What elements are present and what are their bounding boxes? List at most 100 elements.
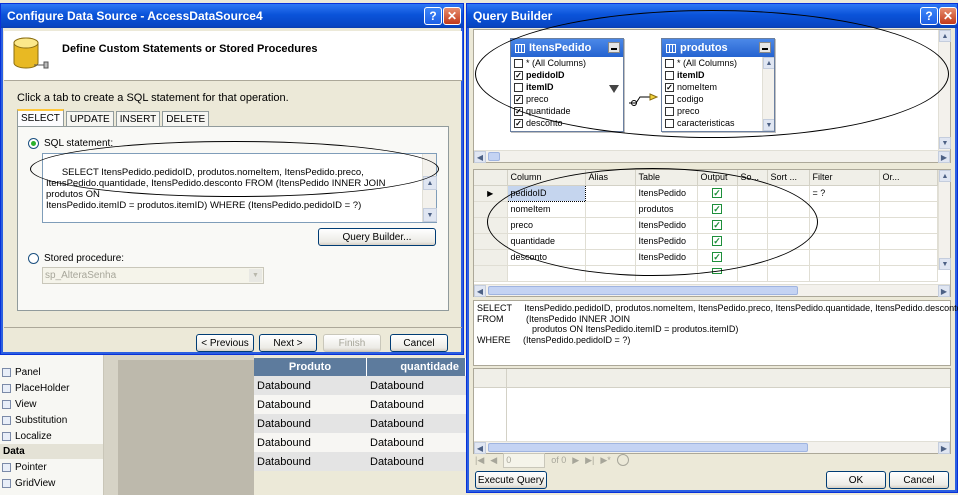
grid-cell-or[interactable] (879, 217, 938, 234)
table-produtos[interactable]: produtos * (All Columns) itemID ✓ nomeIte… (661, 38, 775, 132)
sql-statement-radio[interactable] (28, 138, 39, 149)
grid-cell-column[interactable]: preco (507, 217, 586, 234)
grid-cell-table[interactable]: ItensPedido (635, 233, 698, 250)
column-row[interactable]: caracteristicas (662, 117, 760, 129)
close-button[interactable]: ✕ (939, 7, 957, 25)
row-selector[interactable] (474, 249, 508, 266)
criteria-header-alias[interactable]: Alias (585, 170, 636, 186)
output-checkbox[interactable]: ✓ (712, 252, 722, 263)
scroll-right-icon[interactable]: ▶ (938, 285, 950, 297)
criteria-header-sort-type[interactable]: So... (737, 170, 768, 186)
scroll-thumb[interactable] (488, 286, 798, 295)
previous-button[interactable]: < Previous (196, 334, 254, 352)
table-row[interactable]: ▶ pedidoID ItensPedido ✓ = ? (474, 184, 938, 202)
grid-cell-table[interactable]: ItensPedido (635, 217, 698, 234)
stored-procedure-option[interactable]: Stored procedure: (28, 253, 124, 264)
scroll-down-icon[interactable]: ▼ (763, 119, 774, 131)
grid-cell-column[interactable]: desconto (507, 249, 586, 266)
grid-cell-output[interactable] (697, 265, 738, 282)
table-row-new[interactable] (474, 265, 938, 282)
cancel-button[interactable]: Cancel (889, 471, 949, 489)
table-row[interactable]: quantidade ItensPedido ✓ (474, 233, 938, 250)
grid-cell-sort-type[interactable] (737, 249, 768, 266)
grid-cell-or[interactable] (879, 233, 938, 250)
column-checkbox[interactable] (514, 82, 523, 92)
grid-cell-alias[interactable] (585, 249, 636, 266)
scroll-right-icon[interactable]: ▶ (938, 442, 950, 454)
grid-cell-output[interactable]: ✓ (697, 201, 738, 218)
grid-cell-sort-order[interactable] (767, 185, 810, 202)
column-row[interactable]: preco (662, 105, 760, 117)
column-checkbox[interactable] (665, 70, 674, 80)
ok-button[interactable]: OK (826, 471, 886, 489)
table-row[interactable]: preco ItensPedido ✓ (474, 217, 938, 234)
column-row[interactable]: ✓ desconto (511, 117, 623, 129)
column-row[interactable]: ✓ pedidoID (511, 69, 623, 81)
column-checkbox[interactable] (665, 106, 674, 116)
grid-cell-table[interactable]: ItensPedido (635, 249, 698, 266)
stored-procedure-radio[interactable] (28, 253, 39, 264)
diagram-hscroll[interactable]: ◀ ▶ (474, 150, 950, 163)
row-selector[interactable] (474, 233, 508, 250)
output-checkbox[interactable]: ✓ (712, 204, 722, 215)
grid-hscroll[interactable]: ◀ ▶ (474, 284, 950, 297)
sql-textarea-scrollbar[interactable]: ▲ ▼ (422, 154, 437, 222)
column-row[interactable]: ✓ preco (511, 93, 623, 105)
column-checkbox[interactable]: ✓ (665, 82, 674, 92)
scroll-up-icon[interactable]: ▲ (763, 57, 774, 69)
criteria-header-filter[interactable]: Filter (809, 170, 880, 186)
criteria-header-sort-order[interactable]: Sort ... (767, 170, 810, 186)
diagram-vscroll[interactable]: ▲ ▼ (938, 30, 951, 162)
scroll-up-icon[interactable]: ▲ (939, 170, 951, 182)
criteria-header-column[interactable]: Column (507, 170, 586, 186)
grid-cell-alias[interactable] (585, 265, 636, 282)
scroll-left-icon[interactable]: ◀ (474, 151, 486, 163)
grid-vscroll[interactable]: ▲ ▼ (938, 170, 951, 270)
criteria-header-output[interactable]: Output (697, 170, 738, 186)
grid-cell-or[interactable] (879, 249, 938, 266)
tab-select[interactable]: SELECT (17, 109, 64, 126)
grid-cell-filter[interactable] (809, 233, 880, 250)
grid-cell-or[interactable] (879, 265, 938, 282)
column-row[interactable]: * (All Columns) (511, 57, 623, 69)
column-row[interactable]: codigo (662, 93, 760, 105)
diagram-pane[interactable]: ItensPedido * (All Columns) ✓ pedidoID it… (473, 29, 951, 163)
output-checkbox[interactable]: ✓ (712, 220, 722, 231)
query-builder-titlebar[interactable]: Query Builder ? ✕ (467, 4, 957, 28)
help-button[interactable]: ? (424, 7, 442, 25)
grid-cell-sort-order[interactable] (767, 233, 810, 250)
grid-cell-output[interactable]: ✓ (697, 185, 738, 202)
column-checkbox[interactable]: ✓ (514, 94, 523, 104)
grid-cell-output[interactable]: ✓ (697, 249, 738, 266)
table-itenspedido-header[interactable]: ItensPedido (511, 39, 623, 57)
column-row[interactable]: itemID (662, 69, 760, 81)
grid-cell-or[interactable] (879, 185, 938, 202)
close-button[interactable]: ✕ (443, 7, 461, 25)
output-checkbox[interactable]: ✓ (712, 236, 722, 247)
grid-cell-sort-order[interactable] (767, 217, 810, 234)
column-row[interactable]: ✓ nomeItem (662, 81, 760, 93)
grid-cell-column[interactable]: nomeItem (507, 201, 586, 218)
toolbox-category-data[interactable]: Data (0, 444, 103, 459)
grid-cell-sort-type[interactable] (737, 217, 768, 234)
scroll-down-icon[interactable]: ▼ (939, 258, 951, 270)
row-selector[interactable] (474, 265, 508, 282)
grid-cell-sort-type[interactable] (737, 201, 768, 218)
grid-cell-sort-type[interactable] (737, 233, 768, 250)
table-produtos-header[interactable]: produtos (662, 39, 774, 57)
configure-dialog-titlebar[interactable]: Configure Data Source - AccessDataSource… (1, 4, 463, 28)
scroll-up-icon[interactable]: ▲ (423, 176, 437, 190)
grid-cell-sort-order[interactable] (767, 249, 810, 266)
grid-cell-filter[interactable]: = ? (809, 185, 880, 202)
column-checkbox[interactable]: ✓ (514, 106, 523, 116)
table-itenspedido[interactable]: ItensPedido * (All Columns) ✓ pedidoID it… (510, 38, 624, 132)
minimize-icon[interactable] (608, 42, 620, 53)
grid-cell-alias[interactable] (585, 233, 636, 250)
column-checkbox[interactable] (665, 58, 674, 68)
grid-cell-column[interactable] (507, 265, 586, 282)
scroll-up-icon[interactable]: ▲ (939, 30, 951, 42)
column-row[interactable]: ✓ quantidade (511, 105, 623, 117)
scroll-down-icon[interactable]: ▼ (939, 137, 951, 149)
table-row[interactable]: nomeItem produtos ✓ (474, 201, 938, 218)
column-checkbox[interactable] (665, 94, 674, 104)
